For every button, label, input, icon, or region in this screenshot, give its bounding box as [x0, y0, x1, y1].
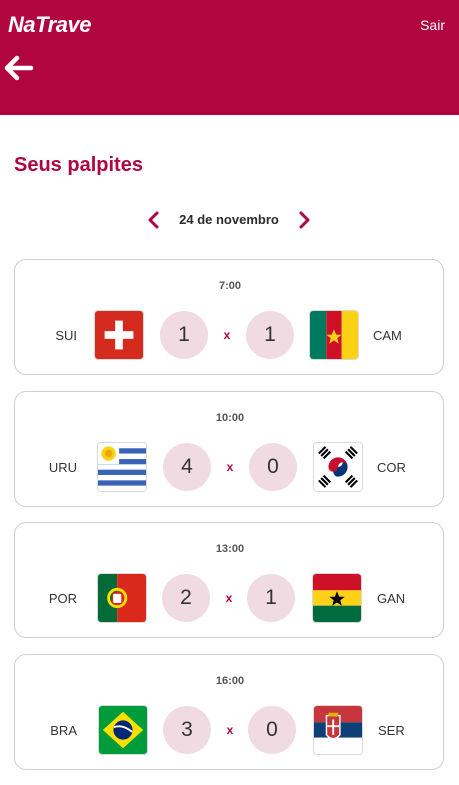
app-header: NaTrave Sair [0, 0, 459, 115]
game-card: 7:00 SUI x CAM [14, 259, 444, 375]
home-score-input[interactable] [163, 706, 211, 754]
page-title: Seus palpites [14, 154, 143, 176]
home-team-code: POR [48, 591, 77, 606]
home-score-input[interactable] [160, 311, 208, 359]
versus-label: x [226, 723, 234, 737]
game-time: 7:00 [218, 280, 242, 292]
away-score-input[interactable] [249, 443, 297, 491]
home-team-code: BRA [50, 723, 77, 738]
back-arrow-icon[interactable] [4, 54, 34, 82]
game-card: 16:00 BRA x SER [14, 654, 444, 770]
date-navigator: 24 de novembro [0, 206, 459, 234]
away-team-code: COR [377, 460, 406, 475]
logout-button[interactable]: Sair [420, 17, 445, 33]
chevron-right-icon[interactable] [296, 210, 312, 230]
south-korea-flag-icon [313, 442, 363, 492]
game-card: 13:00 POR x GAN [14, 522, 444, 638]
away-team-code: CAM [373, 328, 402, 343]
game-time: 13:00 [215, 543, 245, 555]
home-score-input[interactable] [162, 574, 210, 622]
home-score-input[interactable] [163, 443, 211, 491]
away-score-input[interactable] [248, 706, 296, 754]
away-score-input[interactable] [246, 311, 294, 359]
game-time: 10:00 [215, 412, 245, 424]
brazil-flag-icon [98, 705, 148, 755]
portugal-flag-icon [97, 573, 147, 623]
away-team-code: GAN [377, 591, 406, 606]
switzerland-flag-icon [94, 310, 144, 360]
serbia-flag-icon [313, 705, 363, 755]
app-logo: NaTrave [8, 12, 91, 37]
home-team-code: URU [48, 460, 77, 475]
chevron-left-icon[interactable] [146, 210, 162, 230]
versus-label: x [226, 460, 234, 474]
cameroon-flag-icon [309, 310, 359, 360]
current-date: 24 de novembro [179, 212, 279, 227]
game-time: 16:00 [215, 675, 245, 687]
away-team-code: SER [378, 723, 405, 738]
uruguay-flag-icon [97, 442, 147, 492]
versus-label: x [223, 328, 231, 342]
versus-label: x [225, 591, 233, 605]
away-score-input[interactable] [247, 574, 295, 622]
game-card: 10:00 URU x COR [14, 391, 444, 507]
ghana-flag-icon [312, 573, 362, 623]
home-team-code: SUI [55, 328, 77, 343]
